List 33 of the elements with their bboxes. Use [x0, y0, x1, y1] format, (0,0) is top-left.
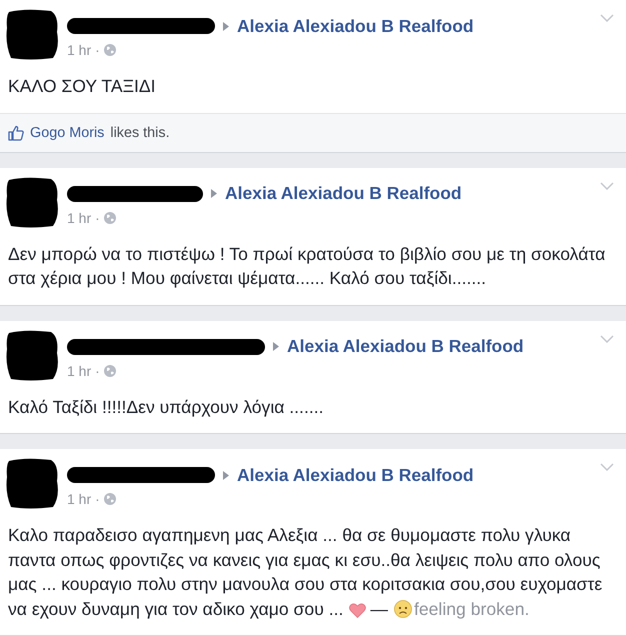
thumbs-up-icon[interactable] — [8, 124, 24, 140]
liker-link[interactable]: Gogo Moris — [30, 124, 104, 140]
arrow-icon — [223, 470, 229, 480]
chevron-down-icon[interactable] — [600, 463, 614, 471]
page-name-link[interactable]: Alexia Alexiadou B Realfood — [237, 464, 474, 486]
post-text: ΚΑΛΟ ΣΟΥ ΤΑΞΙΔΙ — [7, 75, 157, 98]
separator: · — [95, 491, 100, 507]
avatar-redaction — [5, 176, 59, 228]
avatar-redaction — [5, 328, 59, 380]
heart-icon — [349, 602, 366, 618]
page-name-link[interactable]: Alexia Alexiadou B Realfood — [237, 16, 474, 36]
chevron-down-icon[interactable] — [600, 14, 614, 22]
post-text: Καλό Ταξίδι !!!!!Δεν υπάρχουν λόγια ....... — [7, 396, 325, 419]
chevron-down-icon[interactable] — [600, 182, 614, 190]
separator: · — [95, 210, 100, 226]
likes-text: likes this. — [110, 124, 170, 140]
post-text: Καλο παραδεισο αγαπημενη μας Αλεξια ... θα σε θυμομαστε πολυ γλυκα παντα οπως φροντιζες να κανεις για εμας κι εσυ..θα λειψεις πολυ απο ολους μας ... κουραγιο πολυ στην μανουλα σου στα κοριτσακια σου,σου ευχομαστε να εχουν δυναμη για τον αδικο χαμο σου ... — feeling broken. — [7, 524, 604, 621]
avatar-redaction — [5, 457, 59, 509]
arrow-icon — [211, 189, 217, 198]
separator: · — [95, 362, 100, 378]
page-name-link[interactable]: Alexia Alexiadou B Realfood — [287, 336, 524, 357]
page-name-link[interactable]: Alexia Alexiadou B Realfood — [225, 183, 462, 204]
globe-icon[interactable] — [104, 212, 116, 224]
globe-icon[interactable] — [104, 493, 116, 505]
arrow-icon — [223, 22, 229, 30]
post-text: Δεν μπορώ να το πιστέψω ! Το πρωί κρατούσα το βιβλίο σου με τη σοκολάτα στα χέρια μου ! Μου φαίνεται ψέματα...... Καλό σου ταξίδι....... — [7, 242, 606, 290]
globe-icon[interactable] — [104, 44, 116, 56]
arrow-icon — [273, 342, 279, 351]
separator: · — [95, 42, 100, 58]
globe-icon[interactable] — [104, 364, 116, 376]
sad-face-icon — [394, 600, 412, 618]
chevron-down-icon[interactable] — [600, 334, 614, 342]
avatar-redaction — [5, 8, 59, 60]
